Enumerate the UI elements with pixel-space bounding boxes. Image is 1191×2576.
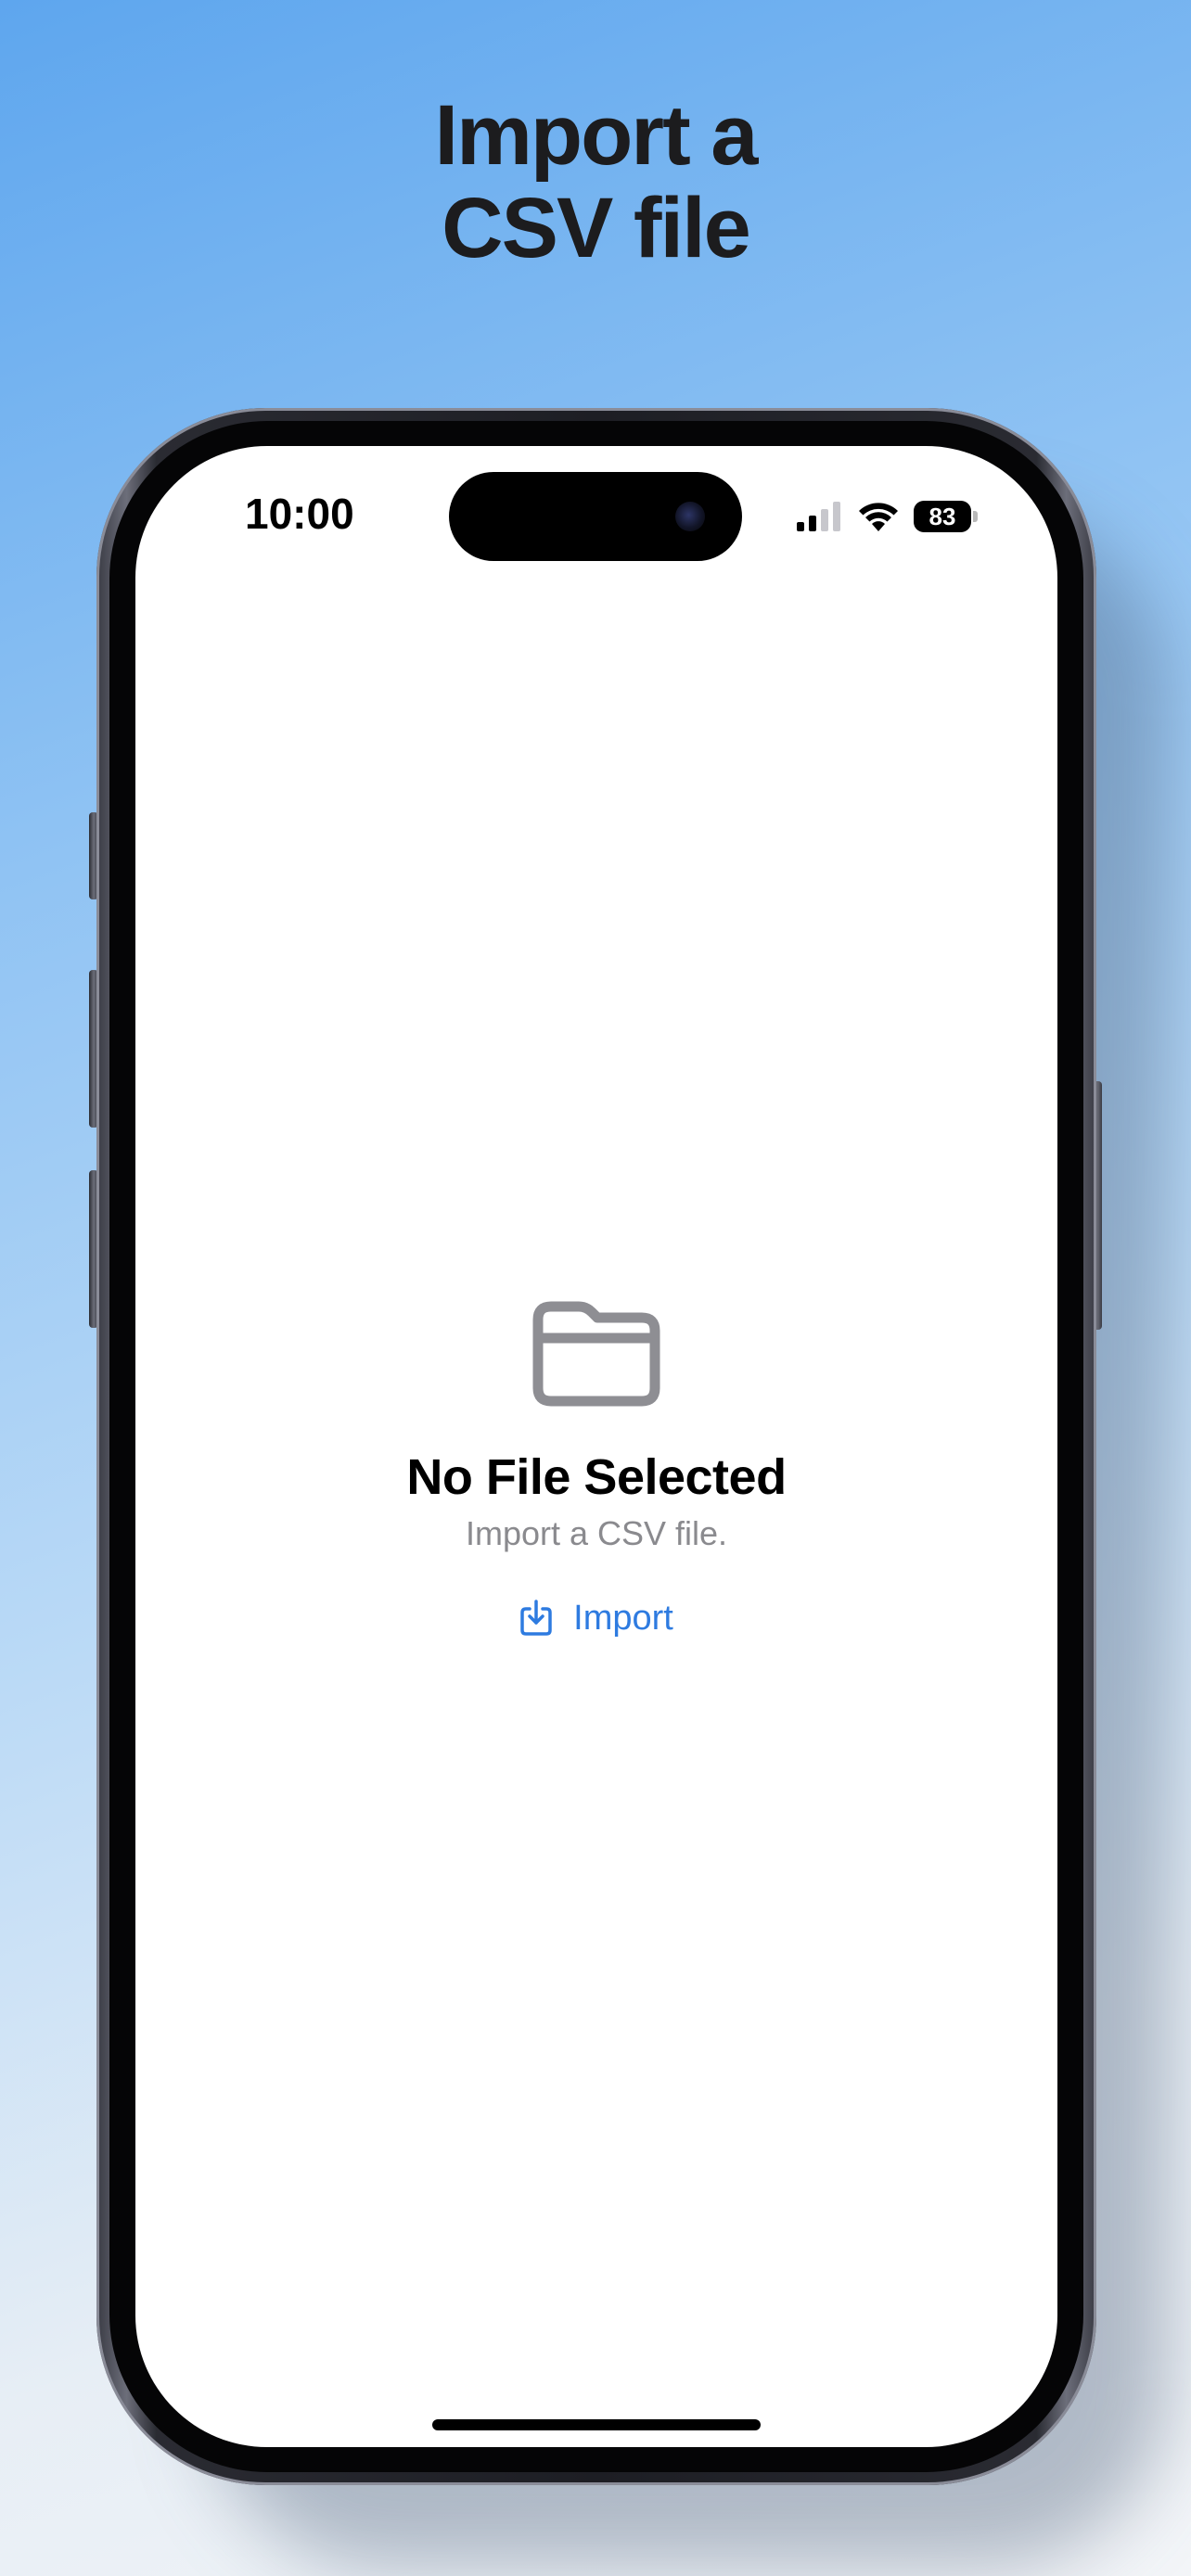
import-tray-icon — [520, 1600, 552, 1636]
battery-tip — [973, 511, 978, 522]
dynamic-island — [449, 472, 742, 561]
battery-level: 83 — [914, 501, 971, 532]
status-bar-time: 10:00 — [245, 490, 354, 538]
front-camera-icon — [675, 502, 705, 531]
battery-icon: 83 — [914, 501, 978, 532]
wifi-icon — [859, 503, 898, 531]
status-bar-icons: 83 — [797, 498, 978, 535]
empty-state-title: No File Selected — [406, 1449, 787, 1505]
empty-state-subtitle: Import a CSV file. — [465, 1514, 728, 1552]
import-button[interactable]: Import — [519, 1598, 673, 1639]
cellular-signal-icon — [797, 502, 840, 531]
headline-line-2: CSV file — [442, 181, 751, 275]
empty-state: No File Selected Import a CSV file. Impo… — [135, 1299, 1057, 1639]
home-indicator[interactable] — [432, 2419, 761, 2430]
phone-screen: 10:00 83 No File Selected Import a CSV f… — [135, 446, 1057, 2447]
folder-icon — [532, 1301, 660, 1407]
marketing-headline: Import a CSV file — [0, 89, 1191, 274]
import-button-label: Import — [573, 1599, 673, 1638]
headline-line-1: Import a — [434, 88, 759, 183]
